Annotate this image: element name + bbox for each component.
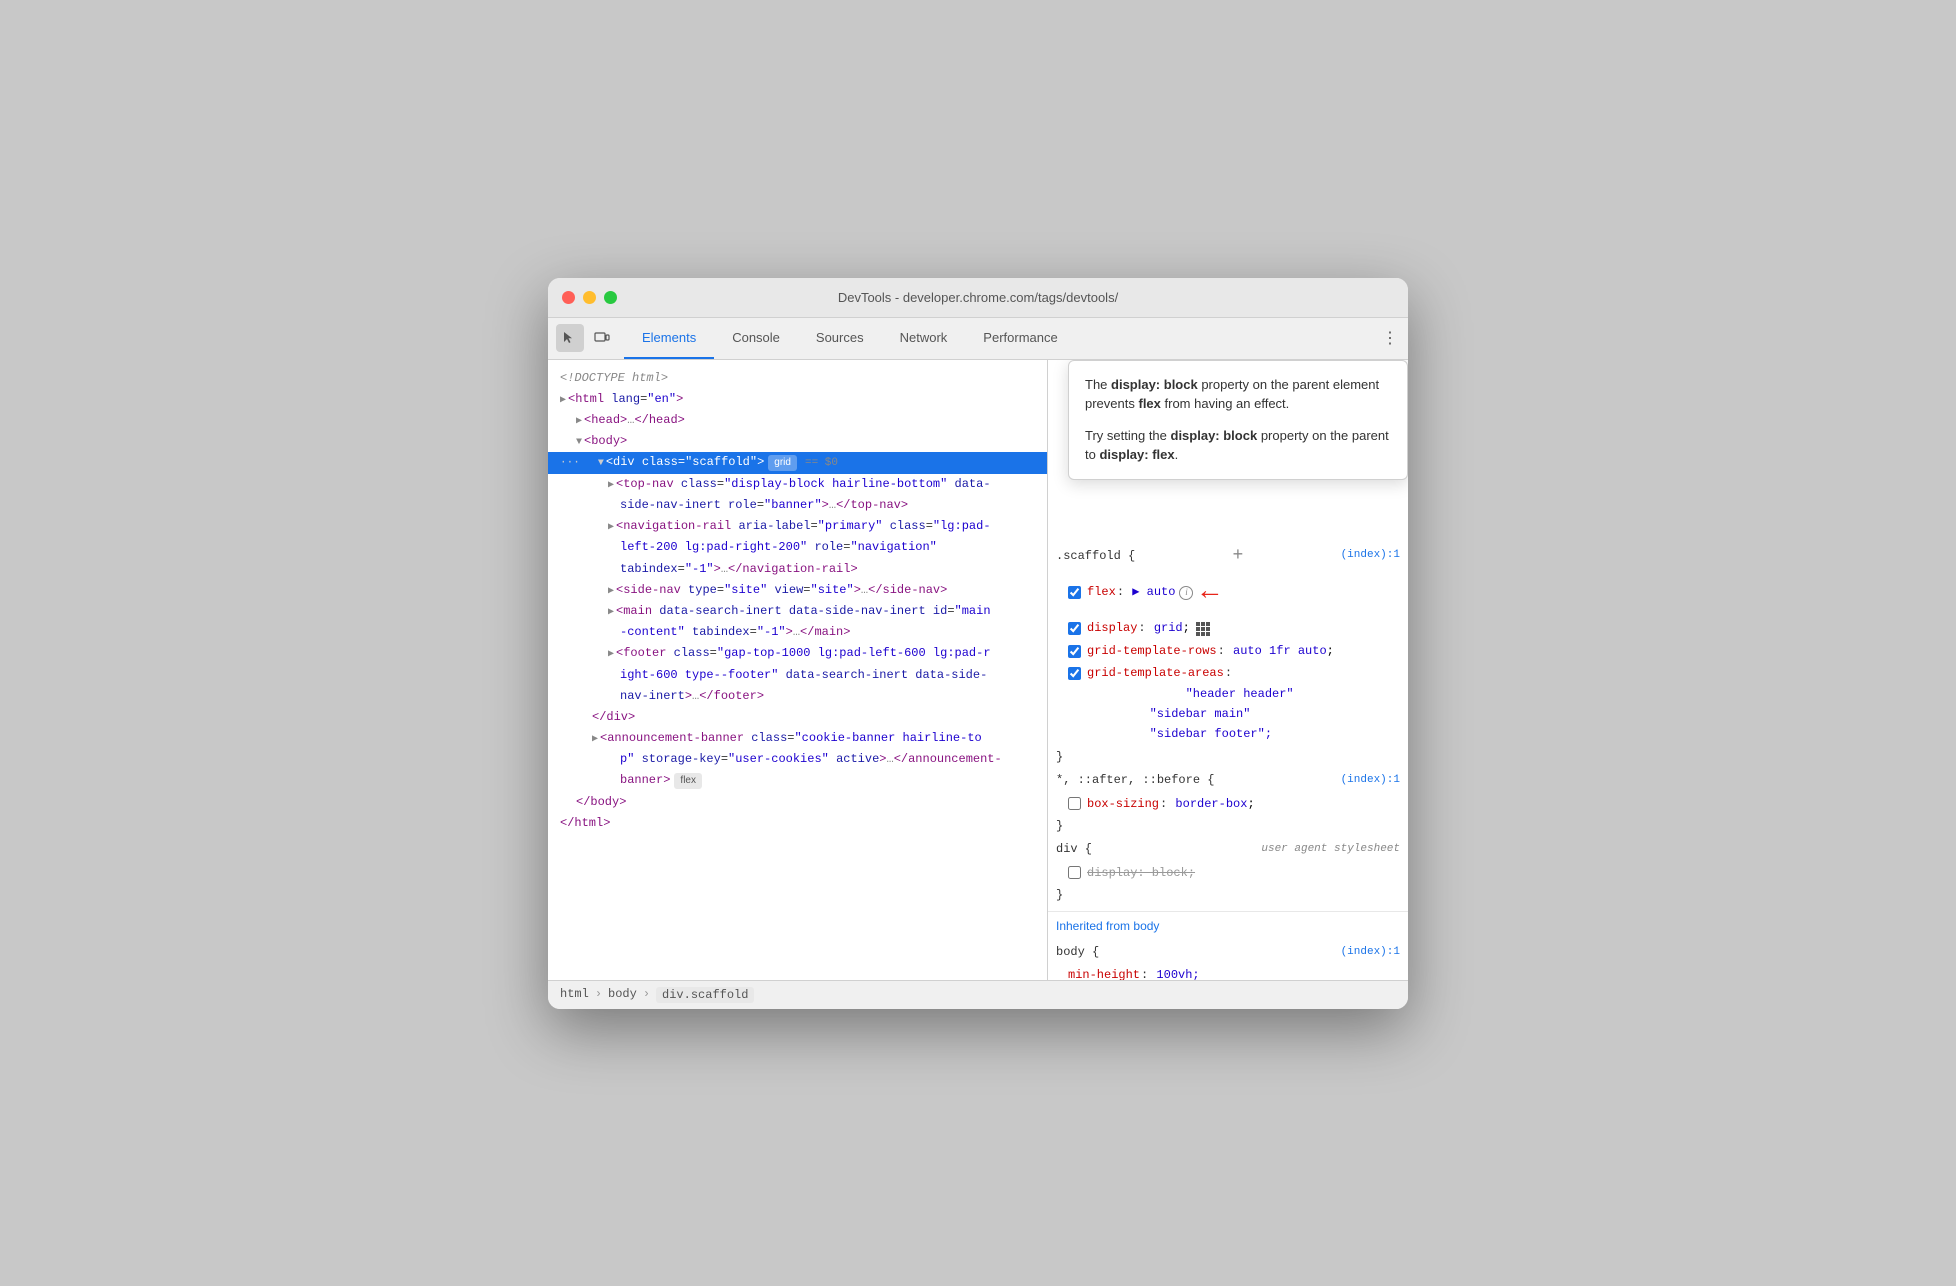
device-icon-button[interactable] xyxy=(588,324,616,352)
css-rule-scaffold: .scaffold { + (index):1 flex : ▶ auto i … xyxy=(1048,544,1408,769)
inherited-label: Inherited from body xyxy=(1048,911,1408,940)
tree-line: <!DOCTYPE html> xyxy=(548,368,1047,389)
grid-layout-icon[interactable] xyxy=(1196,622,1210,636)
tree-line-selected[interactable]: ··· ▼ <div class="scaffold" > grid == $0 xyxy=(548,452,1047,474)
tree-line: nav-inert>…</footer> xyxy=(548,686,1047,707)
tree-arrow[interactable]: ▶ xyxy=(608,478,614,494)
tree-arrow[interactable]: ▶ xyxy=(592,732,598,748)
devtools-window: DevTools - developer.chrome.com/tags/dev… xyxy=(548,278,1408,1009)
cursor-icon xyxy=(562,330,578,346)
css-property-min-height: min-height : 100vh; xyxy=(1048,964,1408,979)
inherited-from-body[interactable]: body xyxy=(1133,919,1159,933)
css-origin-link[interactable]: (index):1 xyxy=(1341,549,1400,561)
tree-arrow[interactable]: ▶ xyxy=(608,605,614,621)
tree-line: ▶ <main data-search-inert data-side-nav-… xyxy=(548,601,1047,622)
css-origin-link-universal[interactable]: (index):1 xyxy=(1341,774,1400,786)
tree-arrow[interactable]: ▶ xyxy=(608,584,614,600)
tree-line: ▼ <body> xyxy=(548,431,1047,452)
grid-areas-checkbox[interactable] xyxy=(1068,667,1081,680)
add-property-button[interactable]: + xyxy=(1224,547,1251,565)
tree-line: </div> xyxy=(548,707,1047,728)
tab-network[interactable]: Network xyxy=(882,318,966,359)
tabbar: Elements Console Sources Network Perform… xyxy=(548,318,1408,360)
tree-line: side-nav-inert role="banner">…</top-nav> xyxy=(548,495,1047,516)
css-property-flex: flex : ▶ auto i ← xyxy=(1048,568,1408,618)
tree-arrow[interactable]: ▶ xyxy=(608,647,614,663)
css-origin-link-body[interactable]: (index):1 xyxy=(1341,946,1400,958)
flex-badge: flex xyxy=(674,773,702,789)
box-sizing-checkbox[interactable] xyxy=(1068,797,1081,810)
tab-sources[interactable]: Sources xyxy=(798,318,882,359)
tab-elements[interactable]: Elements xyxy=(624,318,714,359)
main-content: <!DOCTYPE html> ▶ <html lang="en" > ▶ <h… xyxy=(548,360,1408,980)
cursor-icon-button[interactable] xyxy=(556,324,584,352)
tree-line: p" storage-key="user-cookies" active>…</… xyxy=(548,749,1047,770)
tree-line: ▶ <html lang="en" > xyxy=(548,389,1047,410)
tab-console[interactable]: Console xyxy=(714,318,798,359)
maximize-button[interactable] xyxy=(604,291,617,304)
css-rule-body: body { (index):1 min-height : 100vh; xyxy=(1048,940,1408,980)
display-checkbox[interactable] xyxy=(1068,622,1081,635)
css-property-grid-template-areas: grid-template-areas : "header header" "s… xyxy=(1048,662,1408,746)
tree-line: </body> xyxy=(548,792,1047,813)
css-property-box-sizing: box-sizing : border-box ; xyxy=(1048,793,1408,815)
titlebar: DevTools - developer.chrome.com/tags/dev… xyxy=(548,278,1408,318)
breadcrumb-div-scaffold[interactable]: div.scaffold xyxy=(656,987,754,1003)
tab-icons xyxy=(548,318,624,359)
device-icon xyxy=(594,330,610,346)
tree-line: ▶ <footer class="gap-top-1000 lg:pad-lef… xyxy=(548,643,1047,664)
display-ua-checkbox[interactable] xyxy=(1068,866,1081,879)
flex-checkbox[interactable] xyxy=(1068,586,1081,599)
tree-line: ▶ <top-nav class="display-block hairline… xyxy=(548,474,1047,495)
tree-line: ▶ <side-nav type="site" view="site">…</s… xyxy=(548,580,1047,601)
html-panel[interactable]: <!DOCTYPE html> ▶ <html lang="en" > ▶ <h… xyxy=(548,360,1048,980)
window-controls xyxy=(562,291,617,304)
tree-line: tabindex="-1">…</navigation-rail> xyxy=(548,559,1047,580)
close-button[interactable] xyxy=(562,291,575,304)
tab-performance[interactable]: Performance xyxy=(965,318,1075,359)
tabs-container: Elements Console Sources Network Perform… xyxy=(624,318,1372,359)
tree-arrow[interactable]: ▶ xyxy=(608,520,614,536)
tree-arrow[interactable]: ▶ xyxy=(576,414,582,430)
breadcrumb-body[interactable]: body xyxy=(608,987,637,1003)
css-panel[interactable]: The display: block property on the paren… xyxy=(1048,360,1408,980)
red-arrow-icon: ← xyxy=(1201,569,1218,617)
css-property-grid-template-rows: grid-template-rows : auto 1fr auto ; xyxy=(1048,640,1408,662)
tree-arrow[interactable]: ▼ xyxy=(598,456,604,472)
css-property-display: display : grid ; xyxy=(1048,617,1408,639)
tree-line: ight-600 type--footer" data-search-inert… xyxy=(548,665,1047,686)
css-rule-universal: *, ::after, ::before { (index):1 box-siz… xyxy=(1048,768,1408,837)
css-property-display-ua: display: block; xyxy=(1048,862,1408,884)
tree-line: ▶ <announcement-banner class="cookie-ban… xyxy=(548,728,1047,749)
more-tabs-button[interactable]: ⋮ xyxy=(1372,318,1408,359)
grid-badge: grid xyxy=(768,455,797,471)
info-icon[interactable]: i xyxy=(1179,586,1193,600)
tree-line: ▶ <navigation-rail aria-label="primary" … xyxy=(548,516,1047,537)
minimize-button[interactable] xyxy=(583,291,596,304)
breadcrumb-bar: html › body › div.scaffold xyxy=(548,980,1408,1009)
tree-arrow[interactable]: ▼ xyxy=(576,435,582,451)
css-rules: .scaffold { + (index):1 flex : ▶ auto i … xyxy=(1048,540,1408,980)
css-rule-div-ua: div { user agent stylesheet display: blo… xyxy=(1048,837,1408,906)
tree-line: </html> xyxy=(548,813,1047,834)
grid-rows-checkbox[interactable] xyxy=(1068,645,1081,658)
tree-line: left-200 lg:pad-right-200" role="navigat… xyxy=(548,537,1047,558)
tree-arrow[interactable]: ▶ xyxy=(560,393,566,409)
tree-line: -content" tabindex="-1">…</main> xyxy=(548,622,1047,643)
tree-line: banner> flex xyxy=(548,770,1047,791)
window-title: DevTools - developer.chrome.com/tags/dev… xyxy=(838,290,1118,305)
tree-line: ▶ <head>…</head> xyxy=(548,410,1047,431)
breadcrumb-html[interactable]: html xyxy=(560,987,589,1003)
tooltip-popup: The display: block property on the paren… xyxy=(1068,360,1408,480)
